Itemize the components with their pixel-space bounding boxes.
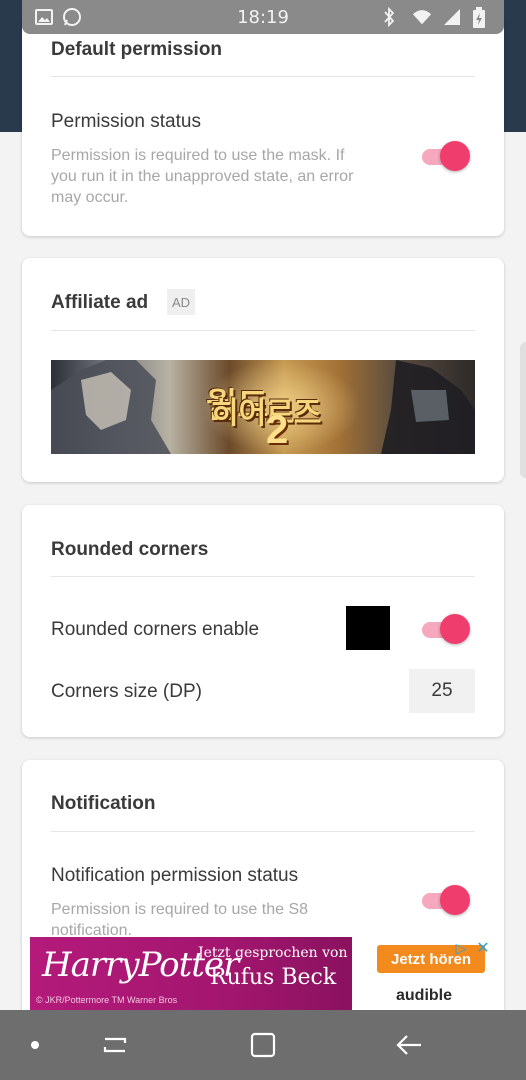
- notification-permission-description: Permission is required to use the S8 not…: [51, 901, 309, 939]
- rounded-corners-toggle[interactable]: [422, 614, 470, 644]
- card-title: Notification: [51, 793, 156, 814]
- status-bar: 18:19: [22, 0, 504, 34]
- affiliate-ad-card: Affiliate ad AD 월드 히어로즈 2: [22, 258, 504, 482]
- edge-panel-handle[interactable]: [520, 342, 526, 478]
- corners-size-input[interactable]: 25: [409, 669, 475, 713]
- ad-line2: Rufus Beck: [210, 965, 337, 990]
- navigation-bar: [0, 1010, 526, 1080]
- gallery-icon: [34, 7, 54, 27]
- battery-icon: [472, 7, 492, 28]
- ad-partner-logo: audible: [396, 987, 453, 1004]
- divider: [51, 576, 475, 577]
- card-title: Default permission: [51, 39, 223, 60]
- ad-close-icon[interactable]: ✕: [474, 939, 492, 957]
- ad-copyright: © JKR/Pottermore TM Warner Bros: [36, 995, 178, 1005]
- default-permission-card: Default permission Permission status Per…: [22, 12, 504, 236]
- toggle-thumb: [440, 614, 470, 644]
- ad-creative: HarryPotter Jetzt gesprochen von Rufus B…: [30, 937, 352, 1011]
- signal-icon: [442, 7, 462, 27]
- divider: [51, 76, 475, 77]
- toggle-thumb: [440, 141, 470, 171]
- notification-permission-toggle[interactable]: [422, 885, 470, 915]
- dot-icon[interactable]: [0, 1010, 70, 1080]
- rounded-corners-enable-label: Rounded corners enable: [51, 619, 260, 640]
- banner-number: 2: [266, 408, 289, 452]
- ad-line1: Jetzt gesprochen von: [198, 945, 348, 961]
- divider: [51, 831, 475, 832]
- divider: [51, 330, 475, 331]
- corner-color-swatch[interactable]: [346, 606, 390, 650]
- corners-size-label: Corners size (DP): [51, 681, 202, 702]
- toggle-thumb: [440, 885, 470, 915]
- card-title: Rounded corners: [51, 539, 209, 560]
- permission-status-toggle[interactable]: [422, 141, 470, 171]
- back-icon[interactable]: [374, 1010, 444, 1080]
- recents-icon[interactable]: [80, 1010, 150, 1080]
- ad-info-icon[interactable]: ▷: [452, 939, 470, 957]
- permission-status-description: Permission is required to use the mask. …: [51, 147, 354, 206]
- whatsapp-icon: [62, 7, 82, 27]
- bluetooth-icon: [382, 7, 402, 27]
- wifi-icon: [412, 7, 432, 27]
- card-title: Affiliate ad: [51, 292, 149, 313]
- notification-permission-label: Notification permission status: [51, 865, 299, 886]
- clock: 18:19: [237, 6, 289, 28]
- permission-status-label: Permission status: [51, 111, 201, 132]
- home-icon[interactable]: [228, 1010, 298, 1080]
- affiliate-banner[interactable]: 월드 히어로즈 2: [51, 360, 475, 454]
- rounded-corners-card: Rounded corners Rounded corners enable C…: [22, 505, 504, 737]
- bottom-banner-ad[interactable]: HarryPotter Jetzt gesprochen von Rufus B…: [30, 937, 496, 1011]
- ad-badge: AD: [167, 289, 195, 315]
